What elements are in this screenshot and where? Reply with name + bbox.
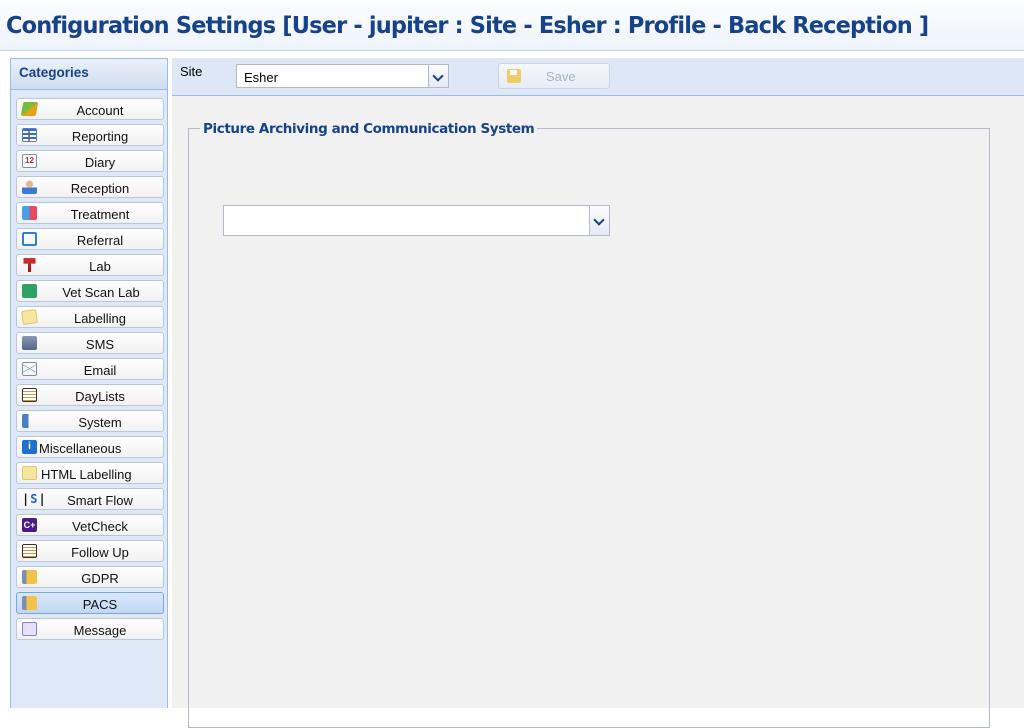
- site-select-value: Esher: [244, 70, 278, 85]
- sidebar-item-vet-scan-lab[interactable]: Vet Scan Lab: [16, 280, 164, 302]
- sidebar-item-miscellaneous[interactable]: i Miscellaneous: [16, 436, 164, 458]
- sidebar-item-label: System: [78, 415, 122, 430]
- sidebar-item-label: Labelling: [73, 311, 127, 326]
- sidebar-item-label: Reception: [70, 181, 130, 196]
- sidebar-item-label: Reporting: [71, 129, 129, 144]
- toolbar: Site Esher Save: [172, 58, 1024, 96]
- sidebar-item-label: Diary: [84, 155, 116, 170]
- smart-flow-icon: |S|: [22, 492, 47, 506]
- envelope-icon: [22, 362, 37, 376]
- save-button[interactable]: Save: [498, 63, 610, 89]
- reporting-icon: [22, 128, 37, 142]
- sidebar-item-label: Vet Scan Lab: [62, 285, 140, 300]
- sidebar-item-label: Email: [83, 363, 117, 378]
- treatment-icon: [22, 206, 37, 220]
- label-icon: [21, 309, 38, 325]
- sidebar-item-label: Message: [73, 623, 127, 638]
- sidebar-item-label: PACS: [82, 597, 118, 612]
- sidebar-item-diary[interactable]: 12 Diary: [16, 150, 164, 172]
- section-title: Picture Archiving and Communication Syst…: [200, 121, 538, 137]
- sidebar-item-label: Miscellaneous: [39, 441, 122, 456]
- sidebar-item-reception[interactable]: Reception: [16, 176, 164, 198]
- site-label: Site: [180, 64, 203, 79]
- html-label-icon: [22, 466, 37, 480]
- content-area: [172, 96, 1024, 728]
- sidebar-item-smart-flow[interactable]: |S| Smart Flow: [16, 488, 164, 510]
- window-titlebar: Configuration Settings [User - jupiter :…: [0, 0, 1024, 51]
- account-icon: [20, 102, 39, 116]
- chevron-down-icon[interactable]: [589, 206, 609, 235]
- sidebar-item-daylists[interactable]: DayLists: [16, 384, 164, 406]
- window-title: Configuration Settings [User - jupiter :…: [6, 11, 929, 39]
- vetcheck-icon: C+: [22, 518, 37, 532]
- speech-bubble-icon: [22, 622, 37, 636]
- sidebar-item-system[interactable]: System: [16, 410, 164, 432]
- sidebar-item-label: SMS: [85, 337, 115, 352]
- sidebar-item-label: HTML Labelling: [41, 467, 132, 482]
- save-button-label: Save: [546, 69, 576, 84]
- sidebar-item-account[interactable]: Account: [16, 98, 164, 120]
- sidebar-item-treatment[interactable]: Treatment: [16, 202, 164, 224]
- chevron-down-icon[interactable]: [428, 65, 448, 87]
- pacs-fieldset: [188, 128, 990, 728]
- sidebar-item-label: Lab: [89, 259, 111, 274]
- sidebar-item-label: DayLists: [75, 389, 125, 404]
- site-select[interactable]: Esher: [236, 64, 449, 88]
- sidebar-item-follow-up[interactable]: Follow Up: [16, 540, 164, 562]
- sidebar-item-gdpr[interactable]: GDPR: [16, 566, 164, 588]
- sidebar-item-label: Treatment: [70, 207, 130, 222]
- sidebar-item-lab[interactable]: Lab: [16, 254, 164, 276]
- person-icon: [22, 180, 37, 194]
- gdpr-icon: [22, 570, 37, 584]
- categories-header: Categories: [11, 59, 167, 90]
- sidebar-item-labelling[interactable]: Labelling: [16, 306, 164, 328]
- list-icon: [22, 388, 37, 402]
- magnifier-icon: [22, 232, 37, 246]
- sidebar-item-message[interactable]: Message: [16, 618, 164, 640]
- sidebar-item-vetcheck[interactable]: C+ VetCheck: [16, 514, 164, 536]
- list-icon: [22, 544, 37, 558]
- phone-icon: [22, 336, 37, 350]
- system-icon: [22, 414, 37, 428]
- sidebar-item-referral[interactable]: Referral: [16, 228, 164, 250]
- info-icon: i: [22, 440, 37, 454]
- sidebar-item-label: GDPR: [81, 571, 119, 586]
- sidebar-item-email[interactable]: Email: [16, 358, 164, 380]
- sidebar-item-label: Smart Flow: [67, 493, 133, 508]
- sidebar-item-label: Account: [76, 103, 124, 118]
- sidebar-item-label: Follow Up: [71, 545, 129, 560]
- vetscan-icon: [22, 284, 37, 298]
- sidebar-item-html-labelling[interactable]: HTML Labelling: [16, 462, 164, 484]
- sidebar-item-label: VetCheck: [72, 519, 128, 534]
- lab-icon: [23, 258, 36, 272]
- sidebar-item-label: Referral: [76, 233, 124, 248]
- sidebar-item-pacs[interactable]: PACS: [16, 592, 164, 614]
- category-list: Account Reporting 12 Diary Reception Tre…: [11, 90, 167, 640]
- categories-panel: Categories Account Reporting 12 Diary Re…: [10, 58, 168, 708]
- floppy-disk-icon: [507, 69, 521, 83]
- gdpr-icon: [22, 596, 37, 610]
- pacs-select[interactable]: [223, 205, 610, 236]
- sidebar-item-sms[interactable]: SMS: [16, 332, 164, 354]
- sidebar-item-reporting[interactable]: Reporting: [16, 124, 164, 146]
- calendar-icon: 12: [22, 154, 37, 168]
